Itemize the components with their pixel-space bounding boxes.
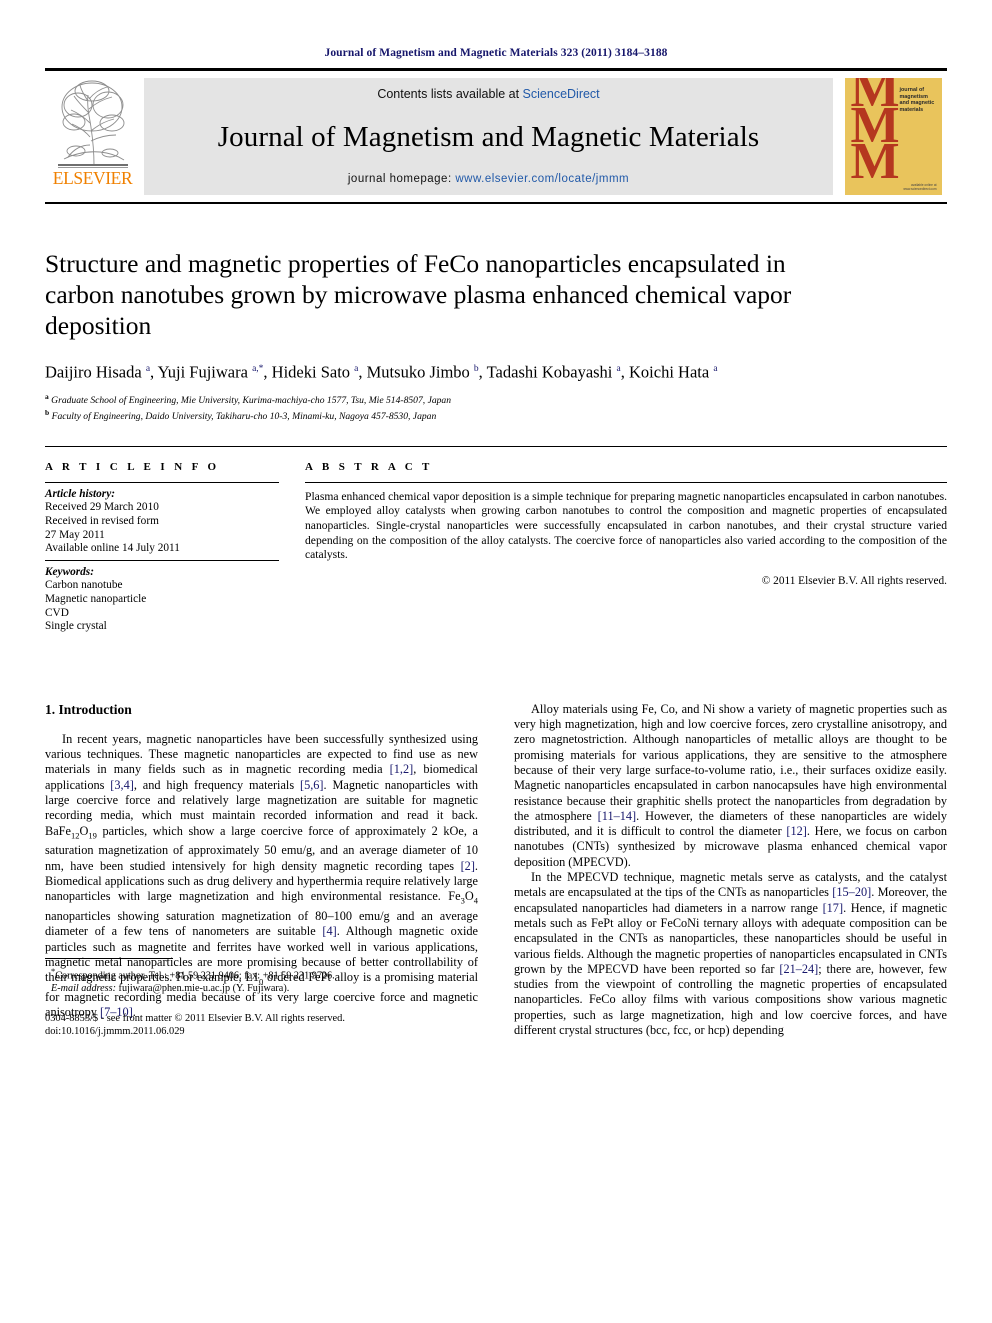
- affiliation-text-a: Graduate School of Engineering, Mie Univ…: [51, 394, 452, 406]
- journal-homepage-link[interactable]: www.elsevier.com/locate/jmmm: [455, 173, 629, 185]
- contents-prefix: Contents lists available at: [377, 87, 523, 101]
- keyword-item: Magnetic nanoparticle: [45, 593, 147, 606]
- paragraph: Alloy materials using Fe, Co, and Ni sho…: [514, 701, 948, 869]
- affiliation-b: b Faculty of Engineering, Daido Universi…: [45, 407, 947, 424]
- keywords-label: Keywords:: [45, 565, 94, 578]
- affiliation-marker-a: a: [45, 391, 49, 401]
- sciencedirect-link[interactable]: ScienceDirect: [523, 87, 600, 101]
- cover-footer-text: available online at www.sciencedirect.co…: [903, 183, 937, 191]
- masthead-banner: Contents lists available at ScienceDirec…: [144, 78, 833, 195]
- keyword-item: CVD: [45, 606, 69, 619]
- doi-line: doi:10.1016/j.jmmm.2011.06.029: [45, 1026, 185, 1038]
- affiliation-marker-b: b: [45, 408, 50, 418]
- issn-line: 0304-8853/$ - see front matter © 2011 El…: [45, 1013, 345, 1025]
- history-line-4: Available online 14 July 2011: [45, 542, 180, 555]
- history-line-3: 27 May 2011: [45, 528, 105, 541]
- footnote-block: *Corresponding author. Tel.: +81 59 231 …: [45, 957, 478, 1039]
- email-note: E-mail address: fujiwara@phen.mie-u.ac.j…: [51, 982, 290, 994]
- history-line-1: Received 29 March 2010: [45, 501, 159, 514]
- info-abstract-row: A R T I C L E I N F O Article history: R…: [45, 445, 947, 634]
- paragraph: In the MPECVD technique, magnetic metals…: [514, 870, 948, 1038]
- footnote-rule: [45, 957, 173, 959]
- page-title: Structure and magnetic properties of FeC…: [45, 249, 792, 340]
- journal-title: Journal of Magnetism and Magnetic Materi…: [217, 120, 760, 153]
- journal-masthead: ELSEVIER Contents lists available at Sci…: [45, 68, 947, 204]
- elsevier-tree-icon: [57, 80, 128, 168]
- keyword-item: Carbon nanotube: [45, 579, 123, 592]
- homepage-prefix: journal homepage:: [347, 173, 456, 185]
- elsevier-logo: ELSEVIER: [45, 71, 140, 202]
- affiliation-a: a Graduate School of Engineering, Mie Un…: [45, 391, 947, 408]
- running-head: Journal of Magnetism and Magnetic Materi…: [324, 47, 668, 59]
- abstract-copyright: © 2011 Elsevier B.V. All rights reserved…: [761, 574, 947, 587]
- title-block: Structure and magnetic properties of FeC…: [45, 248, 947, 424]
- journal-cover-thumbnail: MMM journal of magnetism and magnetic ma…: [839, 71, 947, 202]
- issn-block: 0304-8853/$ - see front matter © 2011 El…: [45, 1012, 478, 1038]
- corresponding-author-note: *Corresponding author. Tel.: +81 59 231 …: [51, 965, 335, 982]
- abstract-heading: A B S T R A C T: [305, 460, 433, 473]
- cover-art: MMM journal of magnetism and magnetic ma…: [844, 78, 942, 195]
- abstract-text: Plasma enhanced chemical vapor depositio…: [305, 489, 947, 562]
- affiliation-list: a Graduate School of Engineering, Mie Un…: [45, 391, 947, 424]
- keywords-block: Keywords: Carbon nanotube Magnetic nanop…: [45, 561, 279, 634]
- section-heading-introduction: 1. Introduction: [45, 701, 132, 717]
- history-line-2: Received in revised form: [45, 515, 159, 528]
- body-column-left: 1. Introduction In recent years, magneti…: [45, 702, 478, 1039]
- elsevier-wordmark: ELSEVIER: [52, 168, 133, 188]
- article-history: Article history: Received 29 March 2010 …: [45, 483, 279, 556]
- article-page: Journal of Magnetism and Magnetic Materi…: [0, 0, 992, 1323]
- contents-available-line: Contents lists available at ScienceDirec…: [377, 87, 599, 101]
- journal-homepage-line: journal homepage: www.elsevier.com/locat…: [348, 173, 629, 185]
- keyword-item: Single crystal: [45, 620, 107, 633]
- body-column-right: Alloy materials using Fe, Co, and Ni sho…: [514, 702, 947, 1039]
- author-list: Daijiro Hisada a, Yuji Fujiwara a,*, Hid…: [45, 362, 718, 382]
- cover-mmm-letters: MMM: [850, 78, 900, 190]
- article-info-column: A R T I C L E I N F O Article history: R…: [45, 461, 279, 634]
- body-columns: 1. Introduction In recent years, magneti…: [45, 702, 947, 1039]
- abstract-column: A B S T R A C T Plasma enhanced chemical…: [305, 461, 947, 634]
- cover-title-text: journal of magnetism and magnetic materi…: [899, 87, 935, 113]
- article-info-heading: A R T I C L E I N F O: [45, 460, 220, 473]
- affiliation-text-b: Faculty of Engineering, Daido University…: [51, 411, 437, 423]
- article-history-label: Article history:: [45, 487, 115, 500]
